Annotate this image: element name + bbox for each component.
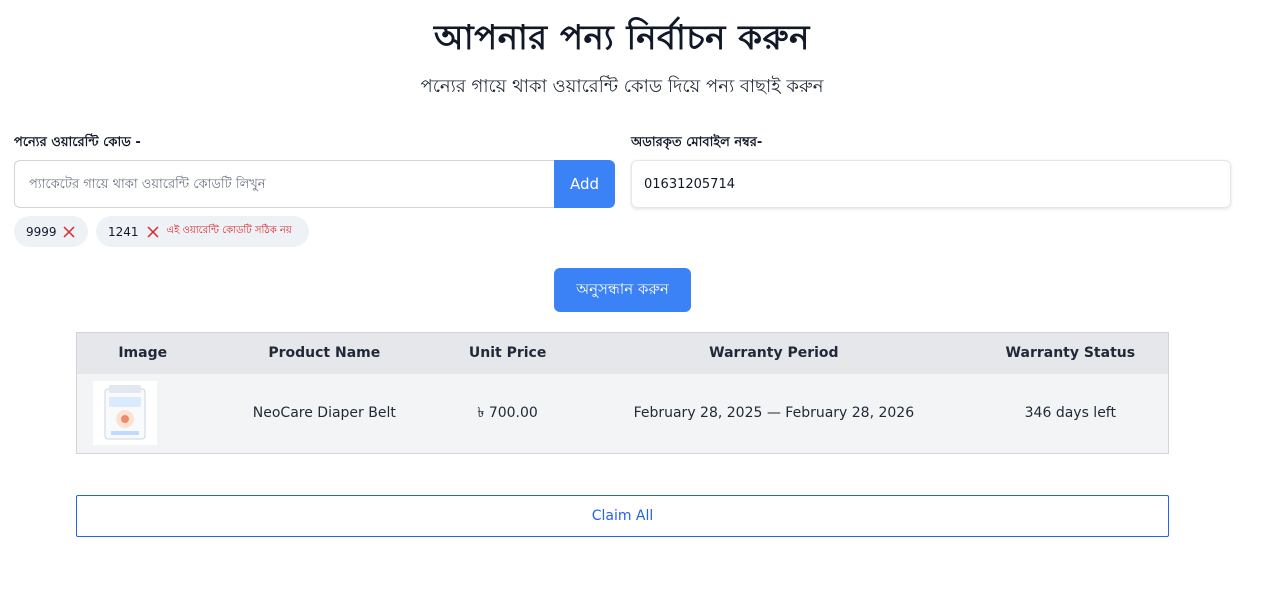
table-header-row: Image Product Name Unit Price Warranty P…	[76, 332, 1169, 374]
remove-icon[interactable]	[145, 224, 161, 240]
add-button[interactable]: Add	[554, 160, 615, 208]
mobile-number-input[interactable]	[631, 160, 1231, 208]
warranty-status: 346 days left	[1024, 405, 1116, 422]
chip-code: 9999	[26, 224, 57, 239]
header-warranty-status: Warranty Status	[1005, 345, 1136, 362]
remove-icon[interactable]	[63, 224, 76, 240]
header-unit-price: Unit Price	[468, 345, 547, 362]
table-row: NeoCare Diaper Belt ৳ 700.00 February 28…	[76, 373, 1169, 454]
header-warranty-period: Warranty Period	[709, 345, 839, 362]
diaper-package-image	[93, 381, 157, 446]
page-subtitle: পন্যের গায়ে থাকা ওয়ারেন্টি কোড দিয়ে প…	[420, 76, 824, 97]
mobile-number-label: অডারকৃত মোবাইল নম্বর-	[631, 135, 763, 150]
unit-price: ৳ 700.00	[477, 405, 538, 422]
page-title: আপনার পন্য নির্বাচন করুন	[434, 18, 810, 58]
header-image: Image	[118, 345, 168, 362]
chip-code: 1241	[108, 224, 139, 239]
product-image-cell	[77, 374, 209, 454]
warranty-code-chip: 1241 এই ওয়ারেন্টি কোডটি সঠিক নয়	[96, 216, 309, 247]
warranty-period: February 28, 2025 — February 28, 2026	[633, 405, 915, 422]
warranty-code-input[interactable]	[14, 160, 555, 208]
chip-error-message: এই ওয়ারেন্টি কোডটি সঠিক নয়	[166, 225, 292, 236]
warranty-code-label: পন্যের ওয়ারেন্টি কোড -	[14, 135, 141, 150]
search-button[interactable]: অনুসন্ধান করুন	[554, 268, 691, 312]
claim-all-button[interactable]: Claim All	[76, 495, 1169, 537]
header-product-name: Product Name	[268, 345, 381, 362]
product-table: Image Product Name Unit Price Warranty P…	[76, 332, 1169, 454]
product-name: NeoCare Diaper Belt	[252, 405, 396, 422]
warranty-code-chip: 9999	[14, 216, 88, 247]
